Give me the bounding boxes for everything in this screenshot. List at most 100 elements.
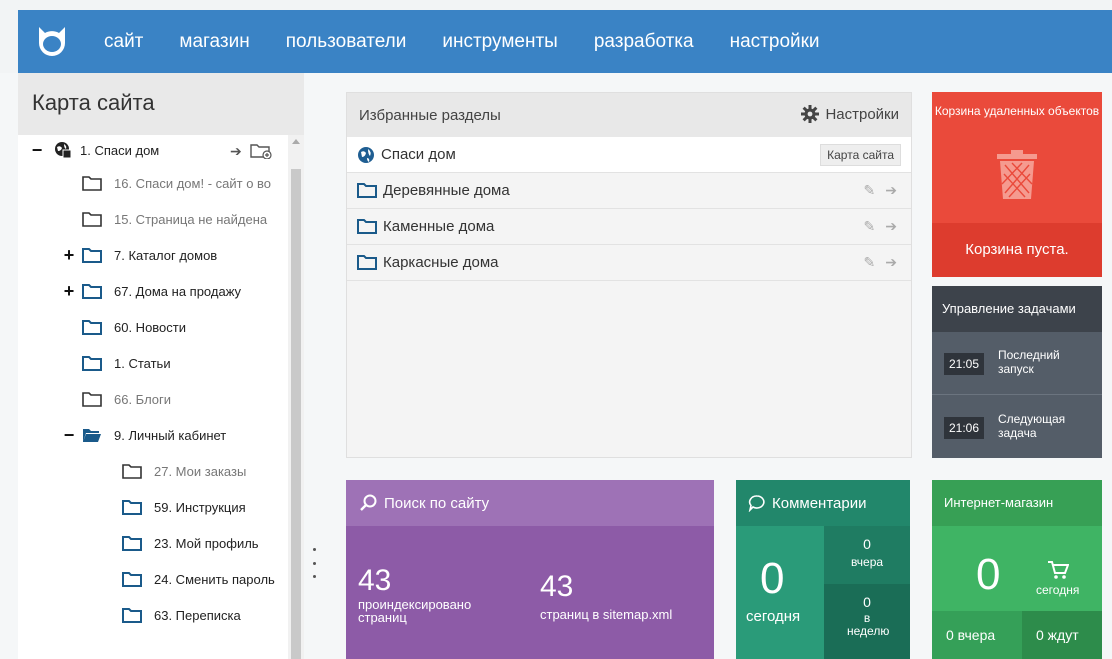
tree-item[interactable]: 59. Инструкция <box>122 492 246 522</box>
sitemap-label: страниц в sitemap.xml <box>540 607 673 622</box>
tree-item[interactable]: 27. Мои заказы <box>122 456 246 486</box>
favorites-settings-label: Настройки <box>825 105 899 123</box>
nav-item-development[interactable]: разработка <box>594 31 694 53</box>
go-arrow-icon[interactable]: ➔ <box>885 182 897 199</box>
edit-pencil-icon[interactable]: ✎ <box>864 182 876 199</box>
row-actions: ➔ <box>230 141 284 161</box>
favorite-row-label: Каркасные дома <box>383 254 499 271</box>
task-manager-widget: Управление задачами 21:05 Последний запу… <box>932 286 1102 458</box>
add-folder-icon[interactable] <box>250 143 272 159</box>
search-icon <box>360 494 377 511</box>
comments-week-label: в неделю <box>847 611 890 638</box>
trash-widget[interactable]: Корзина удаленных объектов Корзина пуста… <box>932 92 1102 277</box>
shop-waiting: 0 ждут <box>1022 611 1102 659</box>
comments-widget[interactable]: Комментарии 0 сегодня 0 вчера 0 в неделю <box>736 480 910 659</box>
favorite-row-label: Деревянные дома <box>383 182 510 199</box>
tree-item[interactable]: 24. Сменить пароль <box>122 564 275 594</box>
folder-icon <box>82 355 102 371</box>
folder-icon <box>122 535 142 551</box>
sidebar-header: Карта сайта <box>18 73 304 135</box>
tree-item[interactable]: 15. Страница не найдена <box>82 204 267 234</box>
comment-bubble-icon <box>748 495 765 512</box>
tree-item[interactable]: 66. Блоги <box>82 384 171 414</box>
comments-today-label: сегодня <box>746 608 801 625</box>
sitemap-badge-button[interactable]: Карта сайта <box>820 144 901 166</box>
shop-today-label: сегодня <box>1036 583 1080 597</box>
online-shop-widget[interactable]: Интернет-магазин 0 сегодня 0 вчера 0 жду… <box>932 480 1102 659</box>
search-title: Поиск по сайту <box>384 494 490 512</box>
tree-item[interactable]: − 9. Личный кабинет <box>64 420 227 450</box>
nav-item-site[interactable]: сайт <box>104 31 143 53</box>
trash-status: Корзина пуста. <box>932 223 1102 277</box>
tree-item-label: 27. Мои заказы <box>154 463 247 479</box>
favorites-panel: Избранные разделы Настройки Спаси дом Ка… <box>346 92 912 458</box>
task-time: 21:06 <box>944 417 985 439</box>
comments-header: Комментарии <box>736 480 910 526</box>
favorite-row[interactable]: Спаси дом Карта сайта <box>347 137 911 173</box>
tree-item[interactable]: + 67. Дома на продажу <box>64 276 242 306</box>
collapse-toggle[interactable]: − <box>30 140 44 161</box>
cat-logo-icon[interactable] <box>34 23 70 59</box>
favorites-settings-button[interactable]: Настройки <box>801 105 899 123</box>
move-arrow-icon[interactable]: ➔ <box>230 143 242 160</box>
tree-item-label: 60. Новости <box>114 319 187 335</box>
comments-yesterday: 0 вчера <box>824 526 910 584</box>
divider <box>932 394 1102 395</box>
search-header: Поиск по сайту <box>346 480 714 526</box>
comments-today: 0 сегодня <box>736 526 824 659</box>
tree-item[interactable]: 23. Мой профиль <box>122 528 259 558</box>
favorite-row[interactable]: Каркасные дома ✎ ➔ <box>347 245 911 281</box>
favorite-row[interactable]: Каменные дома ✎ ➔ <box>347 209 911 245</box>
tree-item[interactable]: 60. Новости <box>82 312 186 342</box>
folder-icon <box>122 499 142 515</box>
expand-toggle[interactable]: + <box>62 281 76 302</box>
gear-icon <box>801 105 820 123</box>
folder-icon <box>82 319 102 335</box>
shop-title: Интернет-магазин <box>932 480 1102 526</box>
nav-item-users[interactable]: пользователи <box>286 31 407 53</box>
tasks-title: Управление задачами <box>932 286 1102 332</box>
trash-title: Корзина удаленных объектов <box>934 104 1100 118</box>
edit-pencil-icon[interactable]: ✎ <box>864 218 876 235</box>
tree-item[interactable]: + 7. Каталог домов <box>64 240 217 270</box>
sitemap-sidebar: Карта сайта − 1. Спаси дом ➔ 16. Спаси д… <box>18 73 304 659</box>
tree-item[interactable]: 16. Спаси дом! - сайт о во <box>82 168 271 198</box>
go-arrow-icon[interactable]: ➔ <box>885 218 897 235</box>
folder-icon <box>82 391 102 407</box>
nav-item-shop[interactable]: магазин <box>179 31 249 53</box>
indexed-label: проиндексировано страниц <box>358 597 472 625</box>
favorites-header: Избранные разделы Настройки <box>347 93 911 137</box>
tree-item[interactable]: 1. Статьи <box>82 348 171 378</box>
folder-icon <box>357 219 377 234</box>
folder-icon <box>122 607 142 623</box>
sidebar-title: Карта сайта <box>32 90 155 115</box>
shop-stats: 0 вчера 0 ждут <box>932 611 1102 659</box>
shopping-cart-icon <box>1047 561 1070 579</box>
comments-week: 0 в неделю <box>824 584 910 659</box>
task-label: Следующая задача <box>998 412 1066 440</box>
collapse-toggle[interactable]: − <box>62 425 76 446</box>
trash-can-icon <box>997 150 1037 199</box>
tree-item-label: 67. Дома на продажу <box>114 283 242 299</box>
folder-icon <box>82 175 102 191</box>
go-arrow-icon[interactable]: ➔ <box>885 254 897 271</box>
favorite-row[interactable]: Деревянные дома ✎ ➔ <box>347 173 911 209</box>
expand-toggle[interactable]: + <box>62 245 76 266</box>
tree-scrollbar-thumb[interactable] <box>291 169 301 659</box>
tree-item-root[interactable]: − 1. Спаси дом ➔ <box>18 135 288 165</box>
site-search-widget[interactable]: Поиск по сайту 43 проиндексировано стран… <box>346 480 714 659</box>
main-nav: сайт магазин пользователи инструменты ра… <box>104 10 856 73</box>
tree-item-label: 66. Блоги <box>114 391 172 407</box>
nav-item-tools[interactable]: инструменты <box>442 31 557 53</box>
nav-item-settings[interactable]: настройки <box>730 31 820 53</box>
scroll-up-arrow-icon[interactable] <box>292 139 300 144</box>
tree-item[interactable]: 63. Переписка <box>122 600 241 630</box>
edit-pencil-icon[interactable]: ✎ <box>864 254 876 271</box>
panel-resize-handle[interactable] <box>313 548 317 578</box>
comments-yesterday-label: вчера <box>850 555 884 569</box>
comments-title: Комментарии <box>772 494 867 512</box>
shop-today-count: 0 <box>976 550 1001 599</box>
tree-item-label: 59. Инструкция <box>154 499 246 515</box>
folder-icon <box>357 255 377 270</box>
shop-yesterday: 0 вчера <box>932 611 1022 659</box>
